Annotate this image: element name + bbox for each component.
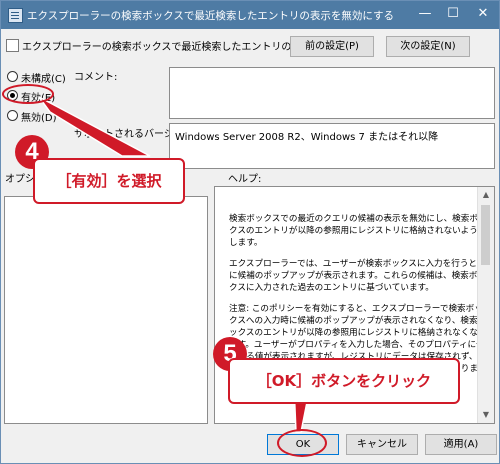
step-4-callout: ［有効］を選択 [33,158,185,204]
highlight-ring-enabled [2,84,54,104]
step-5-callout: ［OK］ボタンをクリック [228,358,460,404]
highlight-ring-ok [277,429,327,457]
